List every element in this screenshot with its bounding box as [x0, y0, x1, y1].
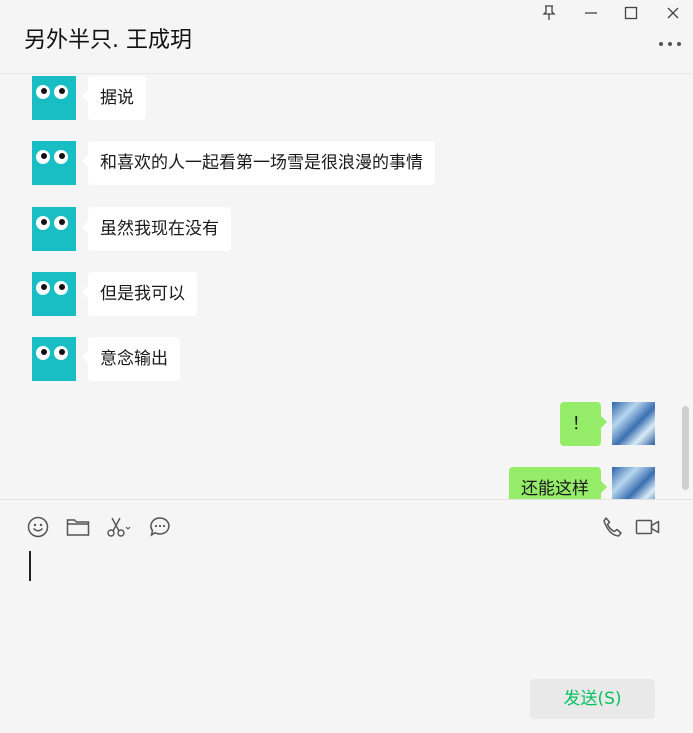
message-bubble[interactable]: ！ [560, 402, 607, 446]
pin-icon[interactable] [536, 4, 562, 22]
incoming-message: 虽然我现在没有 [0, 207, 693, 251]
contact-avatar[interactable] [32, 272, 76, 316]
input-area: 发送(S) [0, 499, 693, 733]
message-bubble[interactable]: 意念输出 [82, 337, 180, 381]
send-button[interactable]: 发送(S) [530, 679, 655, 719]
message-bubble[interactable]: 虽然我现在没有 [82, 207, 231, 251]
message-bubble[interactable]: 但是我可以 [82, 272, 197, 316]
incoming-message: 据说 [0, 76, 693, 120]
my-avatar[interactable] [612, 402, 655, 445]
video-icon[interactable] [635, 514, 661, 540]
more-icon[interactable] [659, 38, 681, 50]
message-bubble[interactable]: 据说 [82, 76, 146, 120]
message-bubble[interactable]: 和喜欢的人一起看第一场雪是很浪漫的事情 [82, 141, 435, 185]
minimize-icon[interactable] [578, 4, 604, 22]
message-list[interactable]: 据说 和喜欢的人一起看第一场雪是很浪漫的事情 虽然我现在没有 但是我可以 意念输… [0, 74, 693, 499]
contact-avatar[interactable] [32, 337, 76, 381]
emoji-icon[interactable] [25, 514, 51, 540]
message-bubble[interactable]: 还能这样 [509, 467, 607, 499]
maximize-icon[interactable] [618, 4, 644, 22]
chat-title: 另外半只. 王成玥 [24, 28, 192, 53]
incoming-message: 和喜欢的人一起看第一场雪是很浪漫的事情 [0, 141, 693, 185]
outgoing-message: 还能这样 [0, 467, 693, 499]
close-icon[interactable] [660, 4, 686, 22]
contact-avatar[interactable] [32, 76, 76, 120]
folder-icon[interactable] [65, 514, 91, 540]
text-cursor[interactable] [29, 551, 31, 581]
title-bar: 另外半只. 王成玥 [0, 0, 693, 74]
phone-icon[interactable] [599, 514, 625, 540]
incoming-message: 但是我可以 [0, 272, 693, 316]
scrollbar-thumb[interactable] [682, 406, 689, 490]
my-avatar[interactable] [612, 467, 655, 499]
contact-avatar[interactable] [32, 141, 76, 185]
contact-avatar[interactable] [32, 207, 76, 251]
incoming-message: 意念输出 [0, 337, 693, 381]
outgoing-message: ！ [0, 402, 693, 446]
scissors-icon[interactable] [106, 514, 132, 540]
chat-history-icon[interactable] [147, 514, 173, 540]
